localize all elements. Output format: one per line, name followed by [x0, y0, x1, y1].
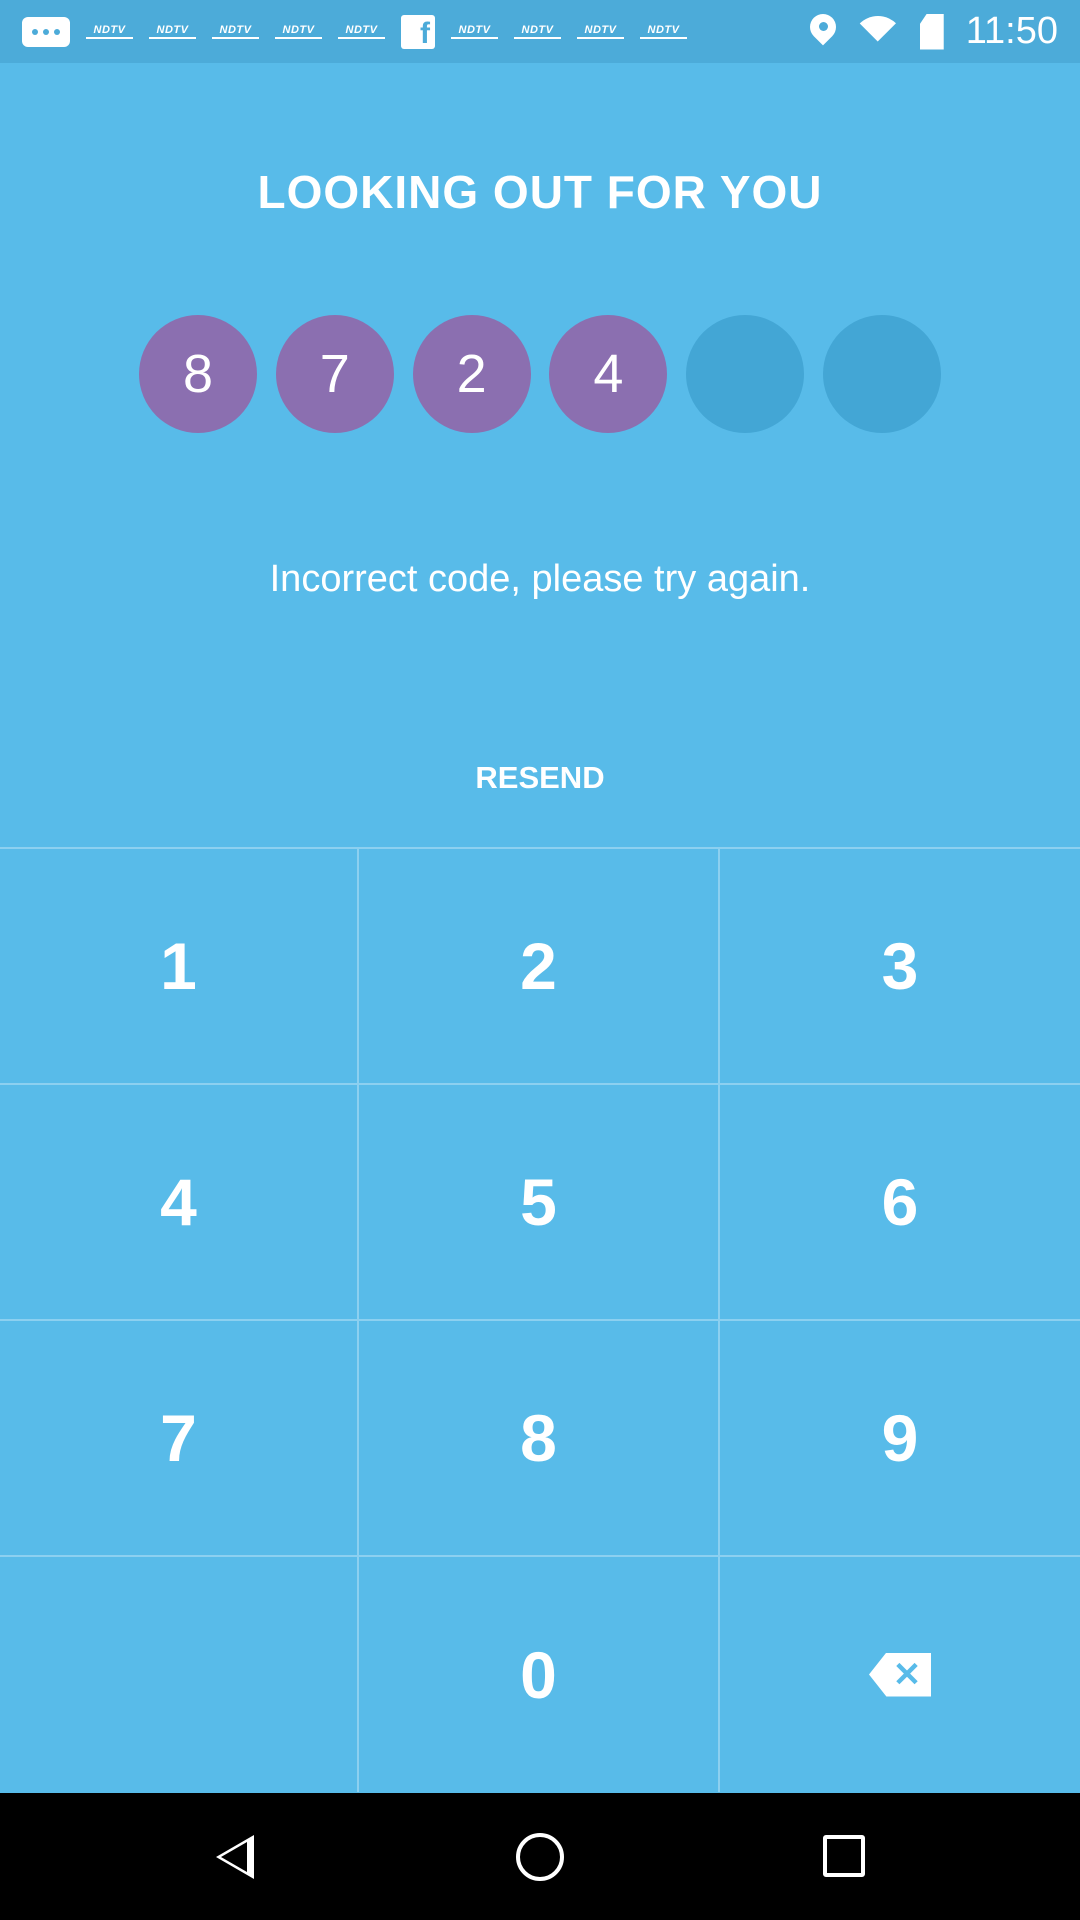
- key-0[interactable]: 0: [359, 1557, 720, 1792]
- ndtv-notification-icon: NDTV: [86, 24, 133, 39]
- code-digit-4: 4: [549, 315, 668, 433]
- navigation-bar: [0, 1793, 1080, 1920]
- ndtv-notification-icon: NDTV: [577, 24, 624, 39]
- key-7[interactable]: 7: [0, 1321, 359, 1557]
- numeric-keypad: 1 2 3 4 5 6 7 8 9 0 ✕: [0, 847, 1080, 1792]
- ndtv-notification-icon: NDTV: [149, 24, 196, 39]
- code-digit-6: [822, 315, 941, 433]
- key-9[interactable]: 9: [720, 1321, 1080, 1557]
- facebook-icon: f: [401, 14, 435, 49]
- message-icon: [22, 16, 70, 47]
- code-digit-3: 2: [412, 315, 531, 433]
- sim-card-icon: [919, 13, 944, 50]
- ndtv-notification-icon: NDTV: [212, 24, 259, 39]
- recent-apps-icon[interactable]: [823, 1835, 865, 1877]
- backspace-button[interactable]: ✕: [720, 1557, 1080, 1792]
- key-1[interactable]: 1: [0, 849, 359, 1085]
- system-icons: 11:50: [810, 0, 1058, 63]
- code-entry: 8 7 2 4: [139, 315, 941, 433]
- key-8[interactable]: 8: [359, 1321, 720, 1557]
- ndtv-notification-icon: NDTV: [275, 24, 322, 39]
- key-6[interactable]: 6: [720, 1085, 1080, 1321]
- code-digit-1: 8: [139, 315, 257, 433]
- ndtv-notification-icon: NDTV: [451, 24, 498, 39]
- notification-icons: NDTV NDTV NDTV NDTV NDTV f NDTV NDTV NDT…: [22, 0, 687, 63]
- clock: 11:50: [965, 10, 1058, 52]
- key-4[interactable]: 4: [0, 1085, 359, 1321]
- key-3[interactable]: 3: [720, 849, 1080, 1085]
- code-digit-2: 7: [275, 315, 394, 433]
- back-icon[interactable]: [216, 1835, 254, 1879]
- ndtv-notification-icon: NDTV: [514, 24, 561, 39]
- home-icon[interactable]: [516, 1833, 564, 1881]
- error-message: Incorrect code, please try again.: [269, 558, 811, 600]
- location-pin-icon: [810, 14, 836, 50]
- key-empty: [0, 1557, 359, 1792]
- ndtv-notification-icon: NDTV: [338, 24, 385, 39]
- code-digit-5: [686, 315, 805, 433]
- wifi-icon: [858, 16, 898, 48]
- resend-button[interactable]: RESEND: [440, 760, 640, 796]
- key-5[interactable]: 5: [359, 1085, 720, 1321]
- status-bar: NDTV NDTV NDTV NDTV NDTV f NDTV NDTV NDT…: [0, 0, 1080, 63]
- page-title: LOOKING OUT FOR YOU: [257, 166, 823, 218]
- backspace-icon: ✕: [869, 1652, 931, 1697]
- key-2[interactable]: 2: [359, 849, 720, 1085]
- ndtv-notification-icon: NDTV: [640, 24, 687, 39]
